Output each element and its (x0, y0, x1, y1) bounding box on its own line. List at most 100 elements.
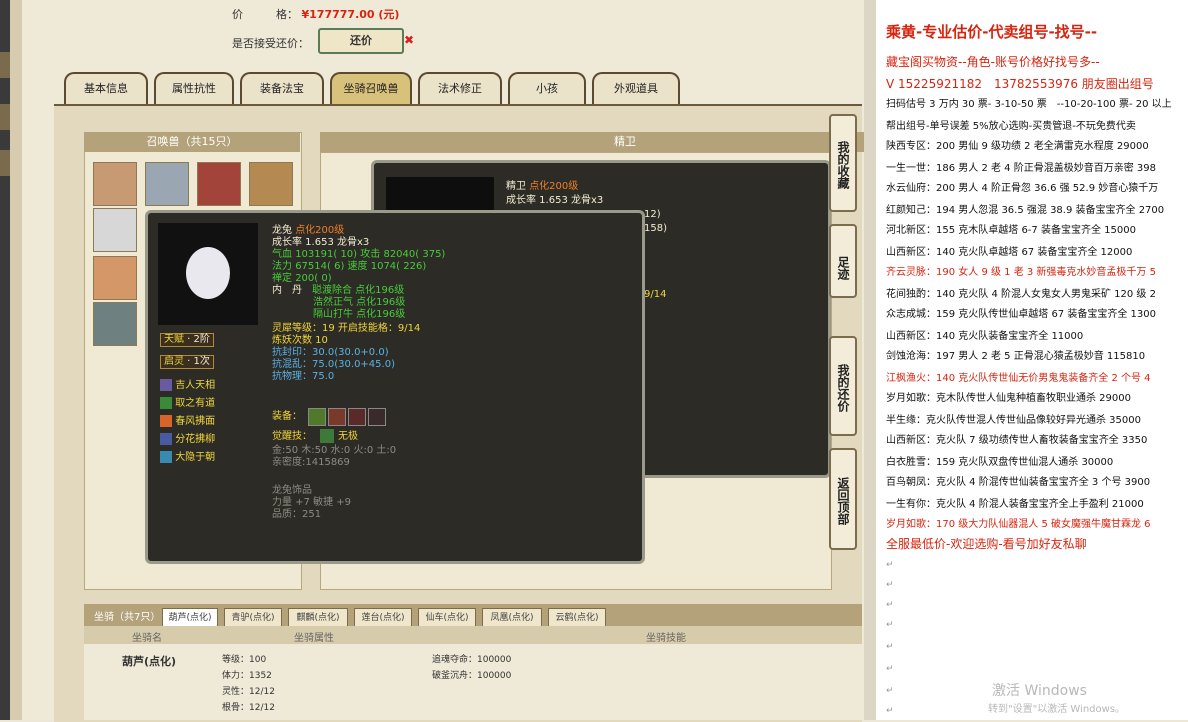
my-favorites-button[interactable]: 我的收藏 (829, 114, 857, 212)
tab-spell-mod[interactable]: 法术修正 (418, 72, 502, 104)
doc-line: 山西新区：140 克火队装备宝宝齐全 11000 (886, 331, 1084, 342)
mp-label: 法力 (272, 261, 292, 272)
mount-tab[interactable]: 莲台(点化) (354, 608, 412, 626)
accessory-quality: 品质：251 (272, 509, 322, 520)
tab-basic-info[interactable]: 基本信息 (64, 72, 148, 104)
summon-avatar[interactable] (93, 162, 137, 206)
pet-stat: 158) (644, 223, 667, 234)
mount-name: 葫芦(点化) (122, 655, 177, 668)
return-mark: ↵ (886, 560, 894, 570)
doc-line: 扫码估号 3 万内 30 票- 3-10-50 票 --10-20-100 票-… (886, 99, 1172, 110)
summon-avatar[interactable] (249, 162, 293, 206)
summon-avatar-selected[interactable] (93, 208, 137, 252)
skill-item: 分花拂柳 (160, 433, 215, 446)
skill-name: 吉人天相 (175, 380, 216, 391)
lingxi-label: 灵犀等级： (272, 323, 322, 334)
mount-col-name: 坐骑名 (132, 633, 162, 644)
zen-label: 禅定 (272, 273, 292, 284)
skill-name: 春风拂面 (175, 416, 216, 427)
return-mark: ↵ (886, 706, 894, 716)
talent-value: 2阶 (193, 334, 210, 345)
pet-tag: 点化200级 (529, 181, 579, 192)
doc-line: 一生有你：克火队 4 阶混人装备宝宝齐全上手盈利 21000 (886, 499, 1144, 510)
edge-thumbnail (0, 52, 10, 78)
edge-thumbnail (0, 150, 10, 176)
footprint-button[interactable]: 足迹 (829, 224, 857, 298)
doc-line: 齐云灵脉：190 女人 9 级 1 老 3 新强毒克水妙音孟极千万 5 (886, 267, 1156, 278)
doc-line: 剑蚀沧海：197 男人 2 老 5 正骨混心猿孟极妙音 115810 (886, 351, 1146, 362)
mount-attr: 根骨：12/12 (222, 703, 275, 713)
tab-equipment[interactable]: 装备法宝 (240, 72, 324, 104)
mount-tab[interactable]: 麒麟(点化) (288, 608, 348, 626)
inner-dan-1: 聪渡除合 点化196级 (312, 285, 405, 296)
qiling-label: 启灵 (164, 356, 184, 367)
equip-icon[interactable] (328, 408, 346, 426)
mount-col-skills: 坐骑技能 (646, 633, 686, 644)
summon-avatar[interactable] (93, 256, 137, 300)
pet-skill-slots: 9/14 (644, 289, 667, 300)
inner-dan-label: 内 丹 (272, 285, 302, 296)
doc-line: 帮出组号-单号误差 5%放心选购-买贵管退-不玩免费代卖 (886, 121, 1136, 132)
mount-table-header: 坐骑名 坐骑属性 坐骑技能 (84, 626, 862, 644)
mount-attr: 灵性：12/12 (222, 687, 275, 697)
summon-list-header: 召唤兽（共15只） (84, 132, 300, 152)
spd-value: 1074( 226) (370, 261, 427, 272)
doc-line: 全服最低价-欢迎选购-看号加好友私聊 (886, 537, 1087, 551)
pet-growth: 成长率 1.653 龙骨x3 (272, 237, 370, 248)
inner-dan-3: 隔山打牛 点化196级 (313, 309, 406, 320)
doc-line: 一生一世：186 男人 2 老 4 阶正骨混盖极妙音百万亲密 398 (886, 163, 1156, 174)
doc-line: 河北新区：155 克木队卓越塔 6-7 装备宝宝齐全 15000 (886, 225, 1136, 236)
doc-line: 花间独酌：140 克火队 4 阶混人女鬼女人男鬼采矿 120 级 2 (886, 289, 1156, 300)
elements: 金:50 木:50 水:0 火:0 土:0 (272, 445, 397, 456)
awaken-icon (320, 429, 334, 443)
mount-table-body: 葫芦(点化) 等级：100 体力：1352 灵性：12/12 根骨：12/12 … (84, 644, 862, 720)
counter-offer-button[interactable]: 还价 (318, 28, 404, 54)
skill-item: 取之有道 (160, 397, 215, 410)
tab-attributes[interactable]: 属性抗性 (154, 72, 234, 104)
doc-title: 乘黄-专业估价-代卖组号-找号-- (886, 23, 1098, 41)
windows-activation-watermark: 激活 Windows (992, 683, 1087, 699)
skill-item: 吉人天相 (160, 379, 215, 392)
edge-thumbnail (0, 104, 10, 130)
doc-line: 藏宝阁买物资--角色-账号价格好找号多-- (886, 55, 1100, 69)
hp-value: 103191( 10) (295, 249, 358, 260)
return-mark: ↵ (886, 620, 894, 630)
summon-avatar[interactable] (145, 162, 189, 206)
summon-avatar[interactable] (93, 302, 137, 346)
tooltip-front: 龙兔 点化200级 成长率 1.653 龙骨x3 气血 103191( 10) … (145, 210, 645, 564)
pet-image (158, 223, 258, 325)
awaken-value: 无极 (338, 431, 358, 442)
equip-icon[interactable] (368, 408, 386, 426)
pet-growth: 成长率 1.653 龙骨x3 (506, 195, 604, 206)
equip-icon[interactable] (308, 408, 326, 426)
doc-line: 百鸟朝凤：克火队 4 阶混传世仙装备宝宝齐全 3 个号 3900 (886, 477, 1151, 488)
mount-tab[interactable]: 云鹤(点化) (548, 608, 606, 626)
tab-appearance[interactable]: 外观道具 (592, 72, 680, 104)
hp-label: 气血 (272, 249, 292, 260)
mount-tab[interactable]: 仙车(点化) (418, 608, 476, 626)
skill-item: 大隐于朝 (160, 451, 215, 464)
tab-child[interactable]: 小孩 (508, 72, 586, 104)
mount-tab-active[interactable]: 葫芦(点化) (162, 608, 218, 626)
skill-icon (160, 379, 172, 391)
back-to-top-button[interactable]: 返回顶部 (829, 448, 857, 550)
return-mark: ↵ (886, 664, 894, 674)
close-icon: ✖ (404, 33, 415, 47)
summon-avatar[interactable] (197, 162, 241, 206)
res-physical-value: 75.0 (312, 371, 335, 382)
mount-tab[interactable]: 凤凰(点化) (482, 608, 542, 626)
res-physical-label: 抗物理： (272, 371, 312, 382)
mount-attr: 体力：1352 (222, 671, 272, 681)
skill-icon (160, 451, 172, 463)
tab-mount-summon[interactable]: 坐骑召唤兽 (330, 72, 412, 104)
skill-name: 取之有道 (175, 398, 216, 409)
scrollbar[interactable] (864, 0, 876, 720)
spd-label: 速度 (347, 261, 368, 272)
mount-col-attrs: 坐骑属性 (294, 633, 334, 644)
skill-icon (160, 415, 172, 427)
pet-tag: 点化200级 (295, 225, 345, 236)
mount-tab[interactable]: 青驴(点化) (224, 608, 282, 626)
mount-count: 坐骑（共7只） (94, 612, 161, 623)
my-counter-offers-button[interactable]: 我的还价 (829, 336, 857, 436)
equip-icon[interactable] (348, 408, 366, 426)
